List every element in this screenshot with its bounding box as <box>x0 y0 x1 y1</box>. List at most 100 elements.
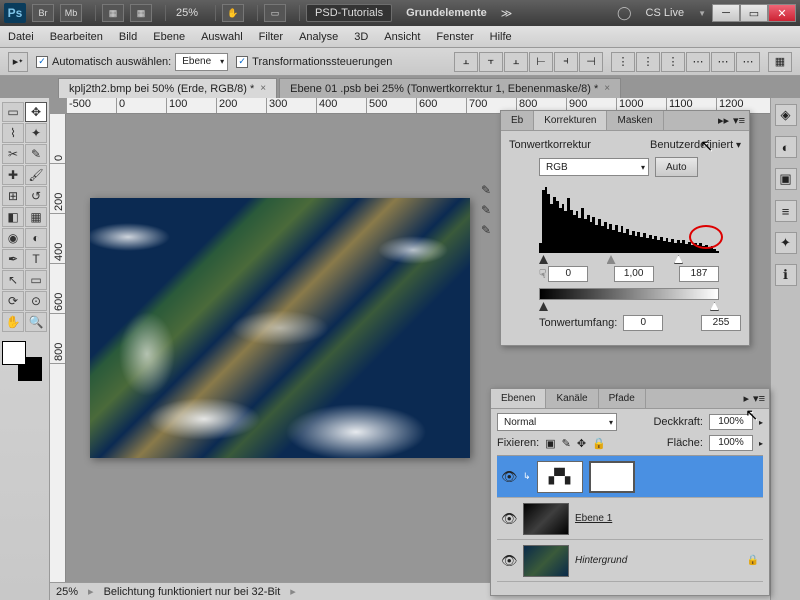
blur-tool[interactable]: ◉ <box>2 228 24 248</box>
menu-hilfe[interactable]: Hilfe <box>490 31 512 43</box>
gray-eyedropper-icon[interactable]: ✎ <box>481 203 501 219</box>
menu-filter[interactable]: Filter <box>259 31 283 43</box>
menu-fenster[interactable]: Fenster <box>436 31 473 43</box>
view-guides-button[interactable]: ▦ <box>130 4 152 22</box>
range-lo-input[interactable]: 0 <box>623 315 663 331</box>
path-tool[interactable]: ↖ <box>2 270 24 290</box>
3d-tool[interactable]: ⟳ <box>2 291 24 311</box>
menu-auswahl[interactable]: Auswahl <box>201 31 243 43</box>
stamp-tool[interactable]: ⊞ <box>2 186 24 206</box>
tab-pfade[interactable]: Pfade <box>599 389 646 408</box>
zoom-display[interactable]: 25% <box>172 7 202 19</box>
dodge-tool[interactable]: ◐ <box>25 228 47 248</box>
tab-ebenen[interactable]: Ebenen <box>491 389 546 408</box>
masks-dock-icon[interactable]: ▣ <box>775 168 797 190</box>
blend-mode-dropdown[interactable]: Normal <box>497 413 617 431</box>
heal-tool[interactable]: ✚ <box>2 165 24 185</box>
menu-analyse[interactable]: Analyse <box>299 31 338 43</box>
adjustments-dock-icon[interactable]: ◐ <box>775 136 797 158</box>
distribute-1-icon[interactable]: ⋮ <box>611 52 635 72</box>
eraser-tool[interactable]: ◧ <box>2 207 24 227</box>
align-bottom-icon[interactable]: ⫠ <box>504 52 528 72</box>
menu-3d[interactable]: 3D <box>354 31 368 43</box>
fill-input[interactable]: 100% <box>709 435 753 451</box>
panel-menu-icon[interactable]: ▾≡ <box>733 114 745 127</box>
layer-name[interactable]: Ebene 1 <box>575 513 612 524</box>
opacity-input[interactable]: 100% <box>709 414 753 430</box>
gradient-tool[interactable]: ▦ <box>25 207 47 227</box>
cslive-button[interactable]: CS Live <box>638 4 693 22</box>
camera-tool[interactable]: ⊙ <box>25 291 47 311</box>
close-icon[interactable]: × <box>260 83 266 94</box>
highlight-slider[interactable] <box>674 255 683 264</box>
menu-datei[interactable]: Datei <box>8 31 34 43</box>
color-swatches[interactable] <box>2 341 42 381</box>
lock-all-icon[interactable]: 🔒 <box>592 437 606 450</box>
distribute-2-icon[interactable]: ⋮ <box>636 52 660 72</box>
tab-masken[interactable]: Masken <box>607 111 663 130</box>
hand-tool[interactable]: ✋ <box>2 312 24 332</box>
preset-dropdown[interactable]: Benutzerdefiniert ▾ <box>650 139 741 151</box>
auto-button[interactable]: Auto <box>655 157 698 177</box>
layer-name[interactable]: Hintergrund <box>575 555 627 566</box>
lock-transparency-icon[interactable]: ▣ <box>545 437 555 450</box>
menu-ebene[interactable]: Ebene <box>153 31 185 43</box>
collapse-icon[interactable]: ▸ <box>744 392 750 405</box>
lock-pixels-icon[interactable]: ✎ <box>562 437 571 450</box>
crop-tool[interactable]: ✂ <box>2 144 24 164</box>
layers-dock-icon[interactable]: ◈ <box>775 104 797 126</box>
highlight-input[interactable]: 187 <box>679 266 719 282</box>
minibridge-button[interactable]: Mb <box>60 4 82 22</box>
mask-thumb[interactable] <box>589 461 635 493</box>
visibility-icon[interactable]: 👁 <box>501 511 517 527</box>
close-button[interactable]: ✕ <box>768 4 796 22</box>
actions-dock-icon[interactable]: ✦ <box>775 232 797 254</box>
eyedropper-tool[interactable]: ✎ <box>25 144 47 164</box>
type-tool[interactable]: T <box>25 249 47 269</box>
layer-row[interactable]: 👁 Hintergrund 🔒 <box>497 540 763 582</box>
tab-korrekturen[interactable]: Korrekturen <box>534 111 607 130</box>
menu-bild[interactable]: Bild <box>119 31 137 43</box>
distribute-4-icon[interactable]: ⋯ <box>686 52 710 72</box>
menu-ansicht[interactable]: Ansicht <box>384 31 420 43</box>
marquee-tool[interactable]: ▭ <box>2 102 24 122</box>
tab-eb[interactable]: Eb <box>501 111 534 130</box>
move-tool[interactable]: ✥ <box>25 102 47 122</box>
black-eyedropper-icon[interactable]: ✎ <box>481 183 501 199</box>
distribute-5-icon[interactable]: ⋯ <box>711 52 735 72</box>
shape-tool[interactable]: ▭ <box>25 270 47 290</box>
align-vcenter-icon[interactable]: ⫟ <box>479 52 503 72</box>
layer-thumb[interactable] <box>523 545 569 577</box>
auto-select-dropdown[interactable]: Ebene <box>175 53 228 71</box>
tutorial-pill[interactable]: PSD-Tutorials <box>306 4 392 22</box>
layer-row[interactable]: 👁 Ebene 1 <box>497 498 763 540</box>
layer-thumb[interactable] <box>523 503 569 535</box>
auto-align-icon[interactable]: ▦ <box>768 52 792 72</box>
transform-checkbox[interactable]: ✓ <box>236 56 248 68</box>
hand-icon[interactable]: ✋ <box>222 4 244 22</box>
bridge-button[interactable]: Br <box>32 4 54 22</box>
distribute-3-icon[interactable]: ⋮ <box>661 52 685 72</box>
visibility-icon[interactable]: 👁 <box>501 553 517 569</box>
collapse-icon[interactable]: ▸▸ <box>718 114 729 127</box>
chevron-right-icon[interactable]: ≫ <box>501 7 513 20</box>
doc-tab-1[interactable]: kplj2th2.bmp bei 50% (Erde, RGB/8) *× <box>58 78 277 98</box>
align-hcenter-icon[interactable]: ⫞ <box>554 52 578 72</box>
screen-mode-button[interactable]: ▭ <box>264 4 286 22</box>
tab-kanaele[interactable]: Kanäle <box>546 389 598 408</box>
zoom-tool[interactable]: 🔍 <box>25 312 47 332</box>
status-zoom[interactable]: 25% <box>56 586 78 598</box>
maximize-button[interactable]: ▭ <box>740 4 768 22</box>
output-lo-slider[interactable] <box>539 302 548 311</box>
wand-tool[interactable]: ✦ <box>25 123 47 143</box>
adjustment-thumb[interactable]: ▞▚ <box>537 461 583 493</box>
align-top-icon[interactable]: ⫠ <box>454 52 478 72</box>
white-eyedropper-icon[interactable]: ✎ <box>481 223 501 239</box>
pen-tool[interactable]: ✒ <box>2 249 24 269</box>
view-extras-button[interactable]: ▦ <box>102 4 124 22</box>
range-hi-input[interactable]: 255 <box>701 315 741 331</box>
foreground-swatch[interactable] <box>2 341 26 365</box>
panel-menu-icon[interactable]: ▾≡ <box>753 392 765 405</box>
midtone-slider[interactable] <box>607 255 616 264</box>
history-dock-icon[interactable]: ≡ <box>775 200 797 222</box>
